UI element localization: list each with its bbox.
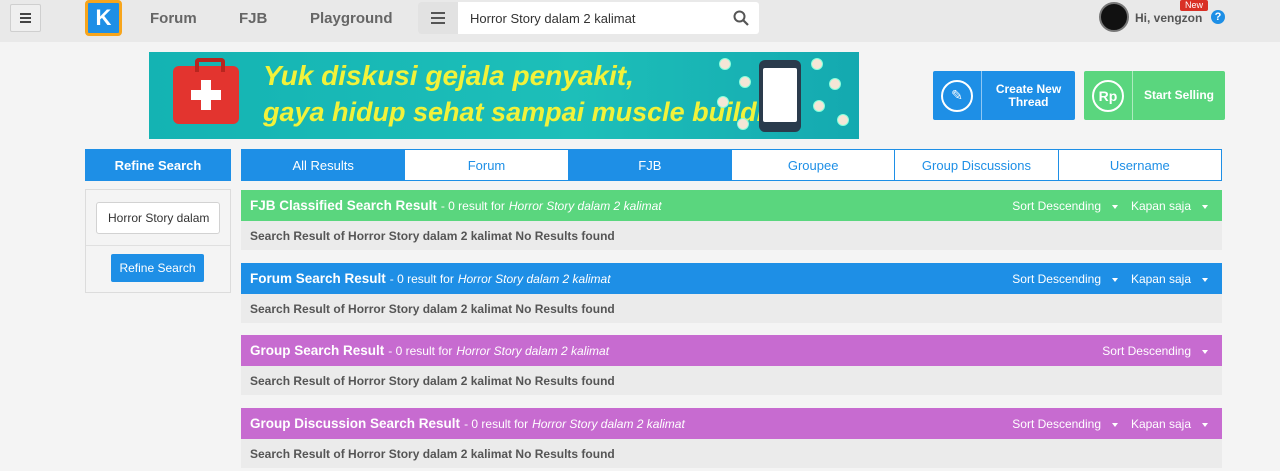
result-body: Search Result of Horror Story dalam 2 ka… <box>241 294 1222 323</box>
time-filter-dropdown[interactable]: Kapan saja <box>1131 272 1208 286</box>
tab-all-results[interactable]: All Results <box>241 149 406 181</box>
result-count: - 0 result for <box>389 271 454 286</box>
refine-search-panel: Refine Search <box>85 189 231 293</box>
kaskus-logo[interactable]: K <box>85 0 122 36</box>
group-result-section: Group Search Result - 0 result for Horro… <box>241 335 1222 395</box>
search-input[interactable] <box>470 11 720 26</box>
chevron-down-icon <box>1202 422 1208 427</box>
result-query: Horror Story dalam 2 kalimat <box>457 271 611 286</box>
chevron-down-icon <box>1202 277 1208 282</box>
result-count: - 0 result for <box>464 416 529 431</box>
search-bar <box>418 2 759 34</box>
forum-result-section: Forum Search Result - 0 result for Horro… <box>241 263 1222 323</box>
sort-label: Sort Descending <box>1012 417 1101 431</box>
time-label: Kapan saja <box>1130 199 1191 213</box>
sort-label: Sort Descending <box>1012 199 1101 213</box>
avatar-icon <box>811 58 823 70</box>
avatar-icon <box>719 58 731 70</box>
sort-dropdown[interactable]: Sort Descending <box>1102 344 1208 358</box>
rupiah-icon: Rp <box>1092 79 1124 112</box>
sort-dropdown[interactable]: Sort Descending <box>1012 199 1118 213</box>
tab-groupee[interactable]: Groupee <box>730 149 896 181</box>
result-title: Group Discussion Search Result <box>250 416 461 431</box>
result-title: Group Search Result <box>250 343 385 358</box>
chevron-down-icon <box>1202 349 1208 354</box>
result-query: Horror Story dalam 2 kalimat <box>456 343 610 358</box>
divider <box>86 245 230 246</box>
help-icon[interactable]: ? <box>1211 10 1225 24</box>
time-filter-dropdown[interactable]: Kapan saja <box>1131 199 1208 213</box>
avatar-icon <box>837 114 849 126</box>
result-title: FJB Classified Search Result <box>250 198 437 213</box>
chevron-down-icon <box>1112 277 1118 282</box>
nav-link-playground[interactable]: Playground <box>310 10 393 27</box>
result-tabs: All Results Forum FJB Groupee Group Disc… <box>241 149 1222 181</box>
top-navbar: K Forum FJB Playground Hi, vengzon New ? <box>0 0 1280 42</box>
avatar-icon <box>737 118 749 130</box>
sort-dropdown[interactable]: Sort Descending <box>1012 417 1118 431</box>
create-thread-button[interactable]: ✎ Create New Thread <box>933 71 1075 120</box>
group-discussion-result-section: Group Discussion Search Result - 0 resul… <box>241 408 1222 468</box>
result-header: FJB Classified Search Result - 0 result … <box>241 190 1222 221</box>
search-category-menu-button[interactable] <box>418 2 458 34</box>
chevron-down-icon <box>1202 204 1208 209</box>
avatar-icon <box>813 100 825 112</box>
refine-search-button[interactable]: Refine Search <box>111 254 204 282</box>
start-selling-label: Start Selling <box>1143 88 1214 102</box>
result-query: Horror Story dalam 2 kalimat <box>532 416 685 431</box>
refine-search-input[interactable] <box>96 202 220 234</box>
tab-forum[interactable]: Forum <box>404 149 569 181</box>
avatar-icon <box>717 96 729 108</box>
avatar-icon <box>829 78 841 90</box>
nav-link-fjb[interactable]: FJB <box>239 10 267 27</box>
time-label: Kapan saja <box>1130 417 1191 431</box>
search-icon[interactable] <box>733 10 749 26</box>
tab-fjb[interactable]: FJB <box>567 149 732 181</box>
result-header: Group Search Result - 0 result for Horro… <box>241 335 1222 366</box>
tab-group-discussions[interactable]: Group Discussions <box>894 149 1059 181</box>
nav-link-forum[interactable]: Forum <box>150 10 197 27</box>
result-header: Group Discussion Search Result - 0 resul… <box>241 408 1222 439</box>
promo-banner[interactable]: Yuk diskusi gejala penyakit, gaya hidup … <box>149 52 859 139</box>
result-header: Forum Search Result - 0 result for Horro… <box>241 263 1222 294</box>
result-count: - 0 result for <box>388 343 453 358</box>
create-thread-label: Create New Thread <box>995 81 1062 109</box>
tab-username[interactable]: Username <box>1057 149 1222 181</box>
start-selling-button[interactable]: Rp Start Selling <box>1084 71 1225 120</box>
new-badge: New <box>1180 0 1208 11</box>
refine-search-header: Refine Search <box>85 149 231 181</box>
chevron-down-icon <box>1112 204 1118 209</box>
hamburger-menu-button[interactable] <box>10 4 41 32</box>
time-filter-dropdown[interactable]: Kapan saja <box>1131 417 1208 431</box>
phone-illustration-icon <box>759 60 801 132</box>
result-query: Horror Story dalam 2 kalimat <box>508 198 662 213</box>
sort-dropdown[interactable]: Sort Descending <box>1012 272 1118 286</box>
time-label: Kapan saja <box>1130 272 1191 286</box>
result-body: Search Result of Horror Story dalam 2 ka… <box>241 439 1222 468</box>
chevron-down-icon <box>1112 422 1118 427</box>
result-body: Search Result of Horror Story dalam 2 ka… <box>241 221 1222 250</box>
sort-label: Sort Descending <box>1012 272 1101 286</box>
result-title: Forum Search Result <box>250 271 386 286</box>
avatar-icon <box>739 76 751 88</box>
first-aid-kit-icon <box>173 58 239 124</box>
user-greeting[interactable]: Hi, vengzon <box>1135 11 1202 25</box>
fjb-result-section: FJB Classified Search Result - 0 result … <box>241 190 1222 250</box>
result-body: Search Result of Horror Story dalam 2 ka… <box>241 366 1222 395</box>
result-count: - 0 result for <box>440 198 505 213</box>
user-avatar[interactable] <box>1099 2 1129 32</box>
banner-headline: Yuk diskusi gejala penyakit, <box>263 60 634 91</box>
pencil-icon: ✎ <box>941 79 973 112</box>
sort-label: Sort Descending <box>1102 344 1191 358</box>
